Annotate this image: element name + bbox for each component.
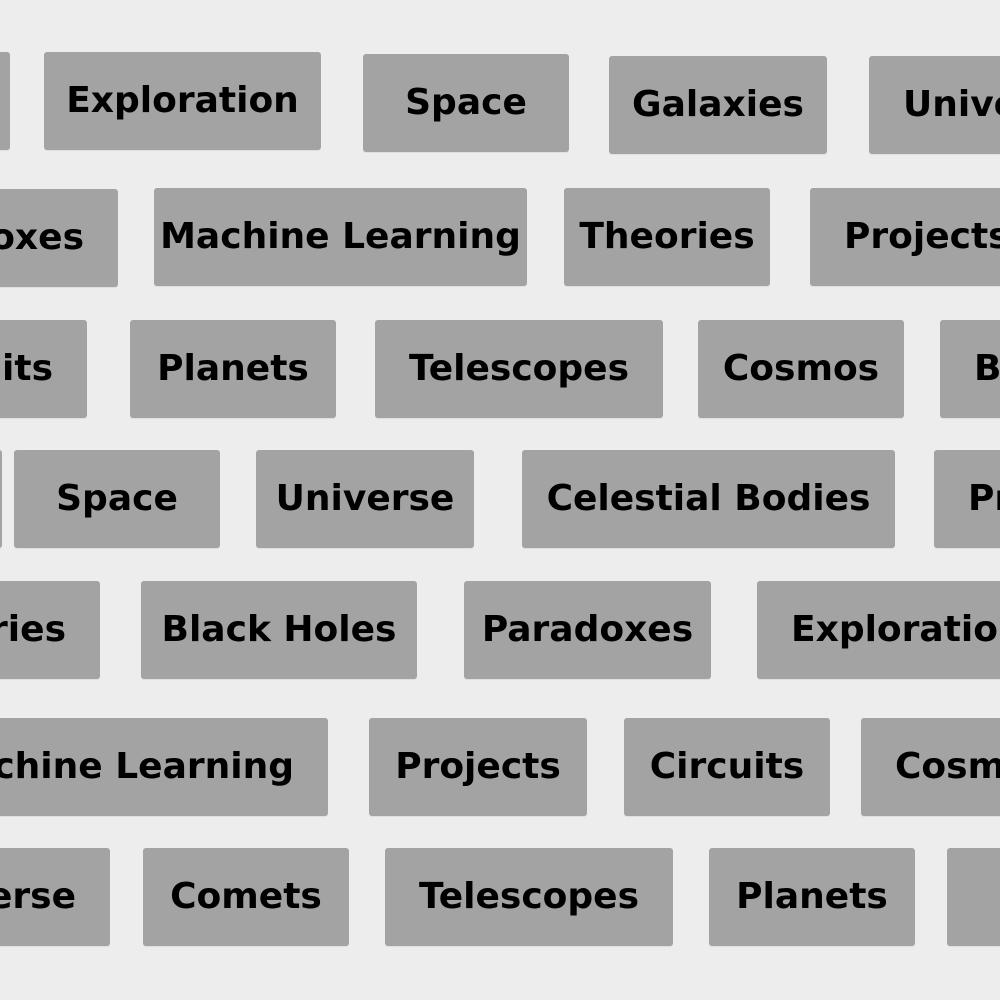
tag-button[interactable]: Machine Learning — [154, 188, 527, 286]
tag-label: Paradoxes — [0, 217, 84, 258]
tag-label: Exploration — [791, 609, 1000, 650]
tag-label: Black Holes — [161, 609, 397, 650]
tag-button[interactable]: Planets — [709, 848, 915, 946]
tag-label: Theories — [0, 609, 66, 650]
tag-label: Cosmos — [895, 746, 1000, 787]
tag-button[interactable]: Universe — [0, 848, 110, 946]
tag-button[interactable]: Universe — [869, 56, 1000, 154]
tag-button[interactable]: Theories — [0, 581, 100, 679]
tag-button[interactable]: Universe — [256, 450, 474, 548]
tag-label: Space — [405, 82, 527, 123]
tag-button[interactable]: Exploration — [44, 52, 321, 150]
tag-button[interactable]: Telescopes — [375, 320, 663, 418]
tag-button[interactable]: Paradoxes — [0, 189, 118, 287]
tag-label: Universe — [275, 478, 455, 519]
tag-button[interactable]: Telescopes — [385, 848, 673, 946]
tag-label: Telescopes — [408, 348, 630, 389]
tag-button[interactable]: Cosmos — [861, 718, 1000, 816]
tag-button[interactable]: Paradoxes — [464, 581, 711, 679]
tag-cloud: Exploration Space Galaxies Universe Para… — [0, 0, 1000, 1000]
tag-label: Universe — [903, 84, 1000, 125]
tag-button[interactable]: Exploration — [757, 581, 1000, 679]
tag-button[interactable]: Celestial Bodies — [522, 450, 895, 548]
tag-button[interactable]: Machine Learning — [0, 718, 328, 816]
tag-label: Projects — [395, 746, 561, 787]
tag-button[interactable]: Projects — [369, 718, 587, 816]
tag-label: Planets — [736, 876, 888, 917]
tag-label: Telescopes — [418, 876, 640, 917]
tag-button[interactable]: Planets — [130, 320, 336, 418]
tag-label: Exploration — [66, 80, 299, 121]
tag-label: Black Holes — [974, 348, 1000, 389]
tag-label: Celestial Bodies — [546, 478, 871, 519]
tag-button[interactable] — [0, 52, 10, 150]
tag-button[interactable]: Projects — [810, 188, 1000, 286]
tag-button[interactable]: Galaxies — [609, 56, 827, 154]
tag-button[interactable]: Cosmos — [698, 320, 904, 418]
tag-label: Galaxies — [632, 84, 804, 125]
tag-label: Machine Learning — [0, 746, 294, 787]
tag-button[interactable]: Space — [14, 450, 220, 548]
tag-label: Cosmos — [722, 348, 880, 389]
tag-label: Circuits — [649, 746, 805, 787]
tag-button[interactable]: Circuits — [0, 320, 87, 418]
tag-button[interactable]: Space — [363, 54, 569, 152]
tag-button[interactable]: Circuits — [624, 718, 830, 816]
tag-label: Projects — [844, 216, 1000, 257]
tag-button[interactable]: Projects — [934, 450, 1000, 548]
tag-button[interactable] — [0, 450, 2, 548]
tag-button[interactable]: Theories — [564, 188, 770, 286]
tag-label: Theories — [579, 216, 755, 257]
tag-label: Projects — [968, 478, 1000, 519]
tag-label: Paradoxes — [481, 609, 694, 650]
tag-label: Circuits — [0, 348, 53, 389]
tag-label: Planets — [157, 348, 309, 389]
tag-button[interactable]: Comets — [143, 848, 349, 946]
tag-label: Comets — [170, 876, 322, 917]
tag-label: Space — [56, 478, 178, 519]
tag-button[interactable]: Black Holes — [141, 581, 417, 679]
tag-label: Machine Learning — [160, 216, 521, 257]
tag-button[interactable] — [947, 848, 1000, 946]
tag-label: Universe — [0, 876, 76, 917]
tag-button[interactable]: Black Holes — [940, 320, 1000, 418]
